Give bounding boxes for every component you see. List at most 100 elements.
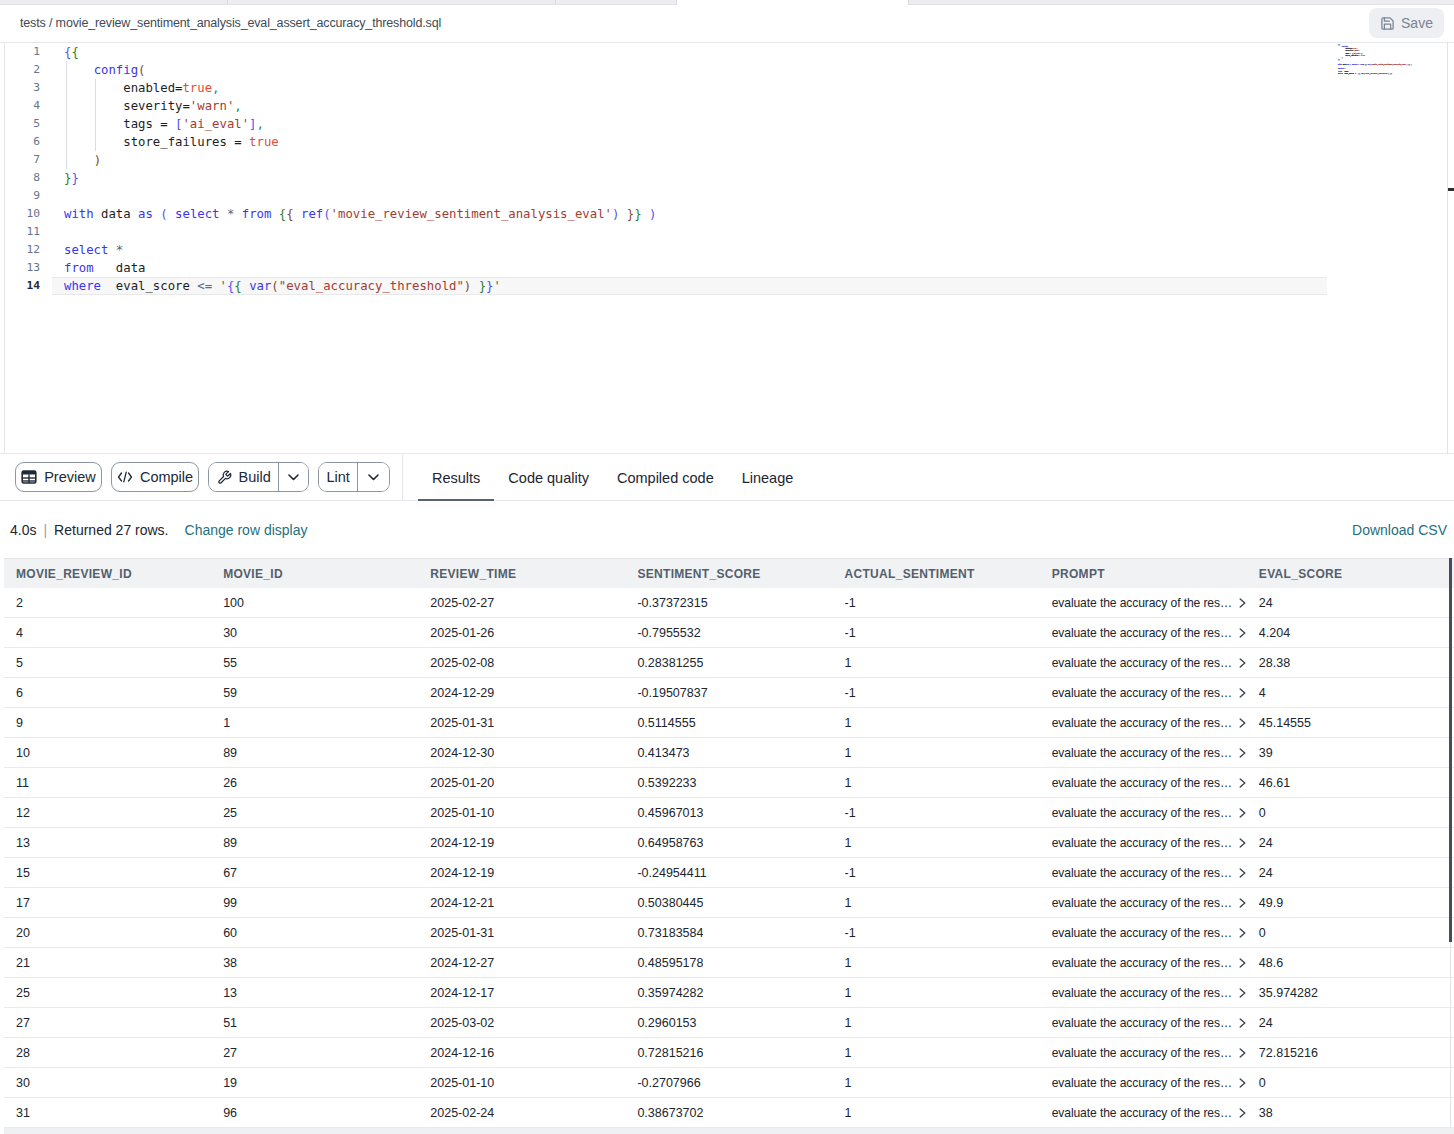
expand-prompt-icon[interactable]	[1239, 778, 1246, 788]
table-cell: evaluate the accuracy of the res…	[1040, 746, 1247, 760]
table-cell: 2	[4, 596, 211, 610]
table-cell: -1	[833, 806, 1040, 820]
toolbar-buttons: Preview Compile Build	[15, 462, 390, 492]
line-number: 9	[0, 187, 40, 205]
table-cell: 20	[4, 926, 211, 940]
compile-button[interactable]: Compile	[111, 462, 199, 492]
expand-prompt-icon[interactable]	[1239, 868, 1246, 878]
table-cell: 2025-02-24	[418, 1106, 625, 1120]
table-cell: 96	[211, 1106, 418, 1120]
table-cell: 48.6	[1247, 956, 1454, 970]
expand-prompt-icon[interactable]	[1239, 718, 1246, 728]
expand-prompt-icon[interactable]	[1239, 688, 1246, 698]
expand-prompt-icon[interactable]	[1239, 1018, 1246, 1028]
code-icon	[117, 471, 133, 483]
expand-prompt-icon[interactable]	[1239, 988, 1246, 998]
build-dropdown-button[interactable]	[278, 463, 308, 491]
code-line: 5 tags = ['ai_eval'],	[0, 115, 1454, 133]
code-line: 8}}	[0, 169, 1454, 187]
line-number: 4	[0, 97, 40, 115]
table-cell: evaluate the accuracy of the res…	[1040, 686, 1247, 700]
code-line: 3 enabled=true,	[0, 79, 1454, 97]
table-cell: evaluate the accuracy of the res…	[1040, 626, 1247, 640]
tab-results[interactable]: Results	[418, 454, 494, 501]
table-cell: evaluate the accuracy of the res…	[1040, 956, 1247, 970]
expand-prompt-icon[interactable]	[1239, 1078, 1246, 1088]
table-cell: 0.72815216	[625, 1046, 832, 1060]
table-cell: 38	[211, 956, 418, 970]
table-cell: 1	[833, 956, 1040, 970]
table-cell: evaluate the accuracy of the res…	[1040, 776, 1247, 790]
compile-button-label: Compile	[140, 469, 193, 485]
table-row: 13892024-12-190.649587631evaluate the ac…	[4, 828, 1454, 858]
build-button[interactable]: Build	[209, 463, 278, 491]
expand-prompt-icon[interactable]	[1239, 958, 1246, 968]
expand-prompt-icon[interactable]	[1239, 1108, 1246, 1118]
column-header-actual_sentiment: ACTUAL_SENTIMENT	[833, 567, 1040, 581]
table-row: 11262025-01-200.53922331evaluate the acc…	[4, 768, 1454, 798]
expand-prompt-icon[interactable]	[1239, 1048, 1246, 1058]
code-editor[interactable]: 1{{2 config(3 enabled=true,4 severity='w…	[0, 43, 1454, 453]
table-cell: -0.2707966	[625, 1076, 832, 1090]
preview-button[interactable]: Preview	[15, 462, 102, 492]
table-horizontal-scrollbar[interactable]	[4, 1128, 1454, 1134]
table-cell: 25	[211, 806, 418, 820]
expand-prompt-icon[interactable]	[1239, 748, 1246, 758]
expand-prompt-icon[interactable]	[1239, 808, 1246, 818]
column-header-sentiment_score: SENTIMENT_SCORE	[625, 567, 832, 581]
results-table: MOVIE_REVIEW_IDMOVIE_IDREVIEW_TIMESENTIM…	[4, 558, 1454, 1128]
line-number: 10	[0, 205, 40, 223]
column-header-review_time: REVIEW_TIME	[418, 567, 625, 581]
table-cell: 4	[4, 626, 211, 640]
table-cell: 1	[833, 1046, 1040, 1060]
expand-prompt-icon[interactable]	[1239, 928, 1246, 938]
table-row: 28272024-12-160.728152161evaluate the ac…	[4, 1038, 1454, 1068]
expand-prompt-icon[interactable]	[1239, 628, 1246, 638]
change-row-display-link[interactable]: Change row display	[185, 522, 308, 538]
lint-button[interactable]: Lint	[319, 463, 357, 491]
lint-button-label: Lint	[327, 469, 350, 485]
table-row: 15672024-12-19-0.24954411-1evaluate the …	[4, 858, 1454, 888]
tab-compiled-code[interactable]: Compiled code	[603, 454, 728, 501]
table-vertical-scrollbar-thumb[interactable]	[1449, 558, 1452, 942]
table-cell: 28.38	[1247, 656, 1454, 670]
table-cell: 17	[4, 896, 211, 910]
preview-button-label: Preview	[44, 469, 96, 485]
code-line: 7 )	[0, 151, 1454, 169]
status-separator: |	[43, 522, 47, 538]
build-split-button: Build	[208, 462, 309, 492]
lint-dropdown-button[interactable]	[357, 463, 389, 491]
tab-lineage[interactable]: Lineage	[728, 454, 808, 501]
table-cell: 21	[4, 956, 211, 970]
table-cell: -1	[833, 686, 1040, 700]
line-number: 12	[0, 241, 40, 259]
expand-prompt-icon[interactable]	[1239, 598, 1246, 608]
table-cell: 2025-01-31	[418, 716, 625, 730]
chevron-down-icon	[288, 474, 299, 481]
table-cell: 5	[4, 656, 211, 670]
tab-code-quality[interactable]: Code quality	[494, 454, 603, 501]
table-row: 10892024-12-300.4134731evaluate the accu…	[4, 738, 1454, 768]
table-cell: -1	[833, 626, 1040, 640]
query-duration: 4.0s	[10, 522, 36, 538]
table-cell: 1	[833, 776, 1040, 790]
table-cell: 45.14555	[1247, 716, 1454, 730]
code-line: 11	[0, 223, 1454, 241]
table-cell: -1	[833, 596, 1040, 610]
save-button[interactable]: Save	[1369, 8, 1444, 38]
table-cell: 89	[211, 836, 418, 850]
expand-prompt-icon[interactable]	[1239, 898, 1246, 908]
expand-prompt-icon[interactable]	[1239, 658, 1246, 668]
table-cell: evaluate the accuracy of the res…	[1040, 716, 1247, 730]
table-vertical-scrollbar-track	[1450, 942, 1451, 1128]
download-csv-link[interactable]: Download CSV	[1352, 501, 1447, 558]
table-cell: 2024-12-19	[418, 866, 625, 880]
expand-prompt-icon[interactable]	[1239, 838, 1246, 848]
code-line: 2 config(	[0, 61, 1454, 79]
table-cell: evaluate the accuracy of the res…	[1040, 926, 1247, 940]
table-cell: 13	[4, 836, 211, 850]
table-cell: 49.9	[1247, 896, 1454, 910]
table-cell: 1	[833, 716, 1040, 730]
table-cell: 1	[211, 716, 418, 730]
table-cell: 26	[211, 776, 418, 790]
